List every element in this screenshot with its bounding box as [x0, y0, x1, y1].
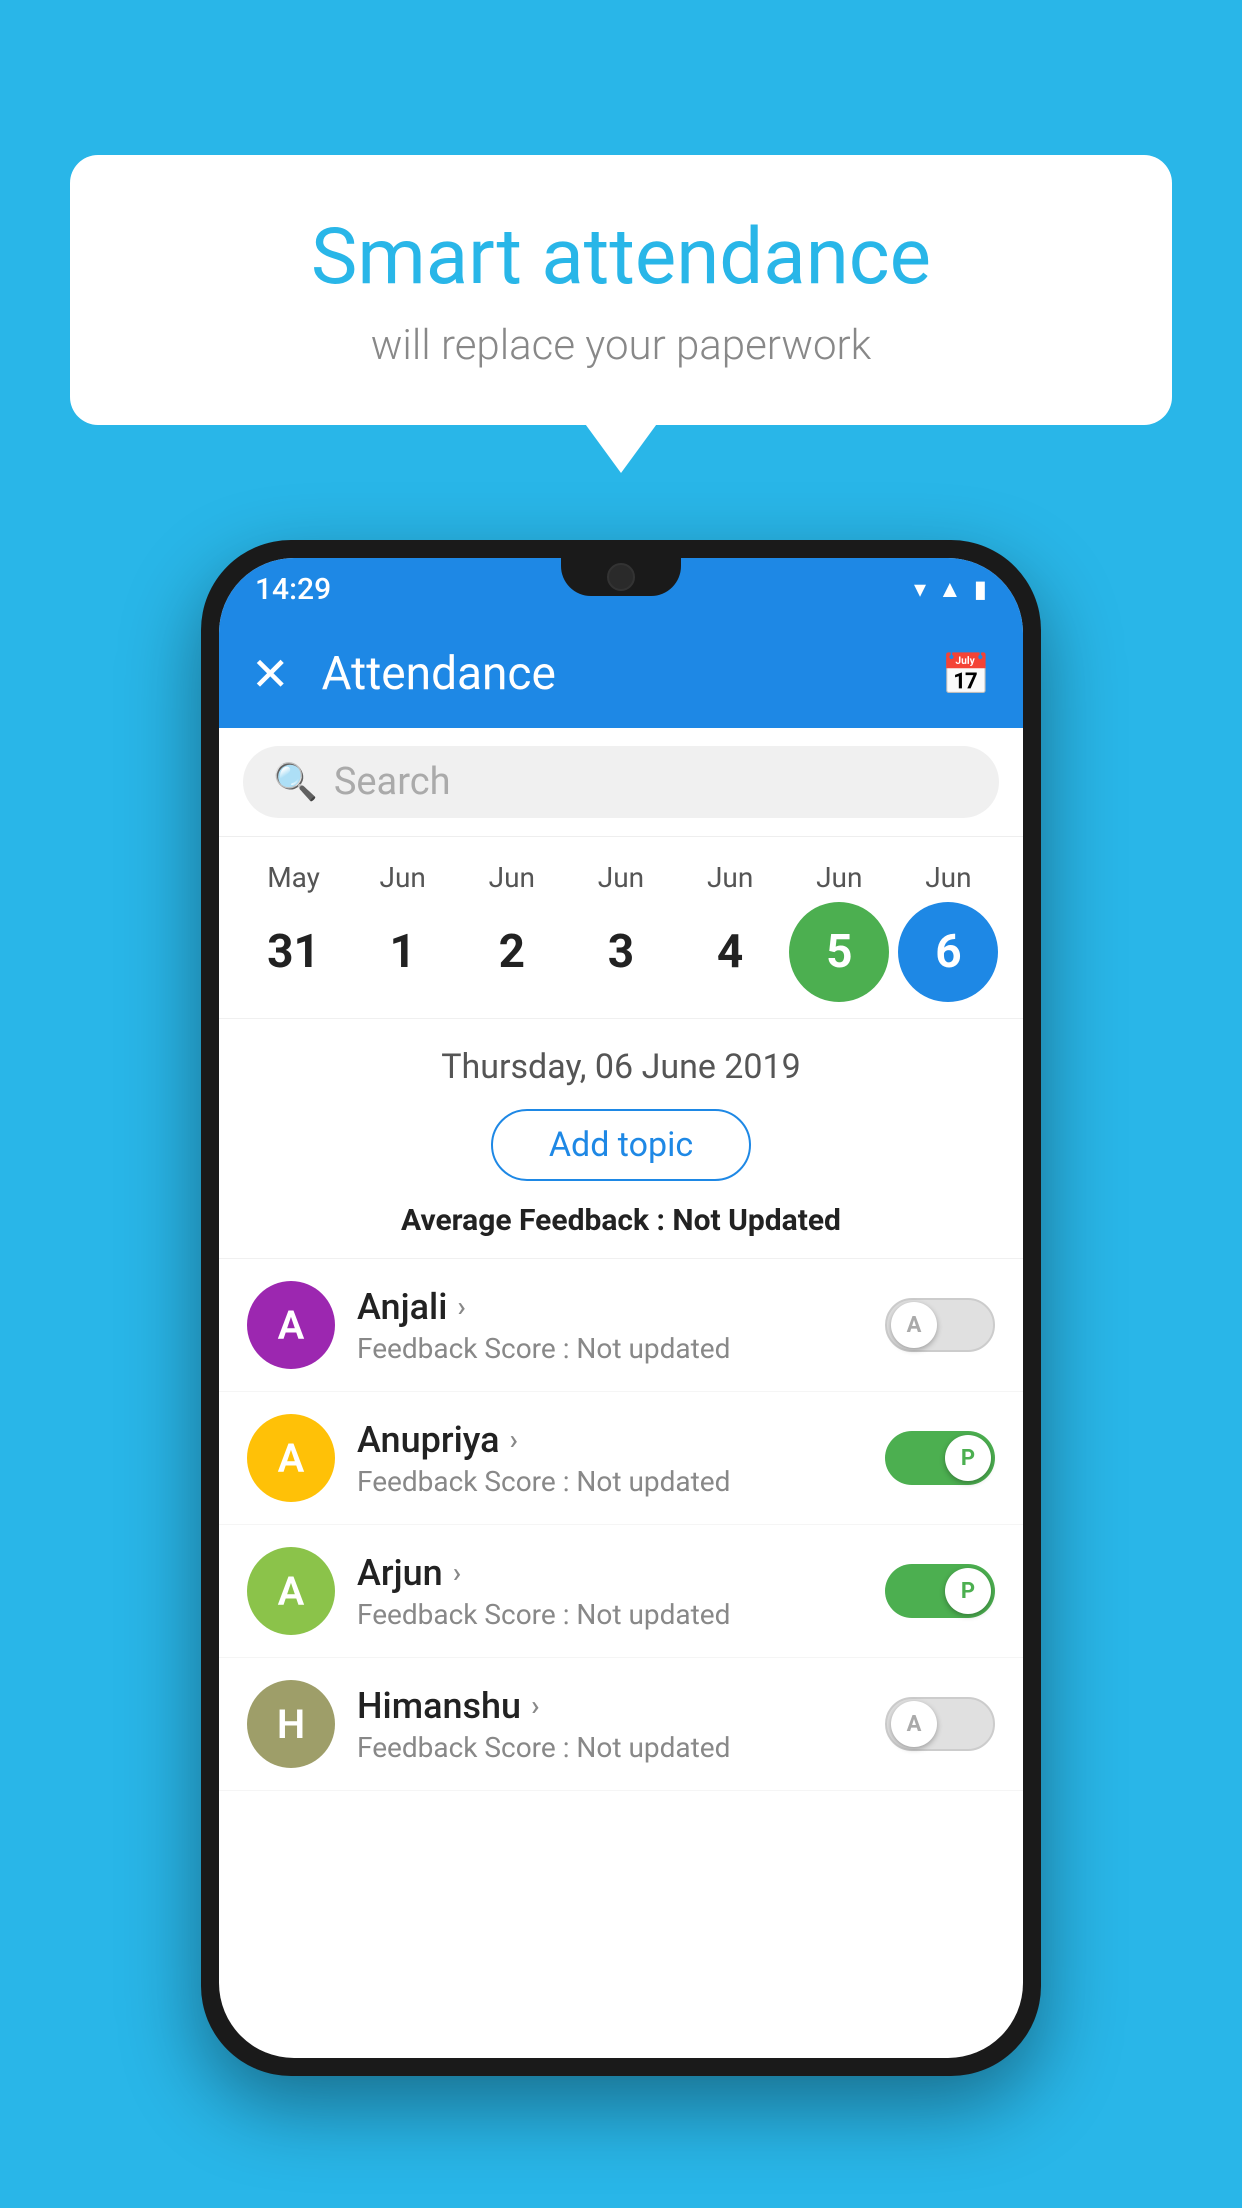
avg-feedback: Average Feedback : Not Updated	[243, 1203, 999, 1238]
student-avatar-0: A	[247, 1281, 335, 1369]
avg-feedback-value: Not Updated	[672, 1203, 841, 1238]
month-jun-5: Jun	[789, 861, 889, 894]
speech-bubble-subtitle: will replace your paperwork	[140, 321, 1102, 370]
chevron-icon: ›	[510, 1423, 518, 1456]
calendar-icon[interactable]: 📅	[941, 651, 991, 698]
student-info-3: Himanshu › Feedback Score : Not updated	[357, 1685, 863, 1764]
students-list: A Anjali › Feedback Score : Not updated …	[219, 1259, 1023, 1791]
student-row: A Anjali › Feedback Score : Not updated …	[219, 1259, 1023, 1392]
student-name-0[interactable]: Anjali ›	[357, 1286, 863, 1328]
signal-icon: ▲	[938, 575, 962, 604]
feedback-score-1: Feedback Score : Not updated	[357, 1465, 863, 1498]
date-1[interactable]: 1	[353, 902, 453, 1002]
speech-bubble: Smart attendance will replace your paper…	[70, 155, 1172, 425]
date-4[interactable]: 4	[680, 902, 780, 1002]
calendar-section: May Jun Jun Jun Jun Jun Jun 31 1 2 3 4 5…	[219, 837, 1023, 1019]
status-icons: ▾ ▲ ▮	[914, 575, 987, 604]
student-avatar-1: A	[247, 1414, 335, 1502]
chevron-icon: ›	[457, 1290, 465, 1323]
student-row: A Anupriya › Feedback Score : Not update…	[219, 1392, 1023, 1525]
chevron-icon: ›	[453, 1556, 461, 1589]
chevron-icon: ›	[531, 1689, 539, 1722]
speech-bubble-container: Smart attendance will replace your paper…	[70, 155, 1172, 425]
student-row: H Himanshu › Feedback Score : Not update…	[219, 1658, 1023, 1791]
date-5-selected[interactable]: 5	[789, 902, 889, 1002]
student-name-2[interactable]: Arjun ›	[357, 1552, 863, 1594]
student-info-2: Arjun › Feedback Score : Not updated	[357, 1552, 863, 1631]
phone-wrapper: 14:29 ▾ ▲ ▮ ✕ Attendance 📅 🔍 Search	[201, 540, 1041, 2076]
attendance-toggle-1[interactable]: P	[885, 1431, 995, 1485]
student-info-0: Anjali › Feedback Score : Not updated	[357, 1286, 863, 1365]
student-name-1[interactable]: Anupriya ›	[357, 1419, 863, 1461]
search-container: 🔍 Search	[219, 728, 1023, 837]
avg-feedback-label: Average Feedback :	[401, 1203, 672, 1238]
attendance-toggle-3[interactable]: A	[885, 1697, 995, 1751]
feedback-score-0: Feedback Score : Not updated	[357, 1332, 863, 1365]
student-avatar-2: A	[247, 1547, 335, 1635]
date-2[interactable]: 2	[462, 902, 562, 1002]
month-jun-1: Jun	[353, 861, 453, 894]
search-placeholder: Search	[334, 760, 451, 804]
phone-camera	[607, 563, 635, 591]
month-may: May	[244, 861, 344, 894]
feedback-score-3: Feedback Score : Not updated	[357, 1731, 863, 1764]
wifi-icon: ▾	[914, 575, 926, 603]
phone-screen: 14:29 ▾ ▲ ▮ ✕ Attendance 📅 🔍 Search	[219, 558, 1023, 2058]
selected-date-label: Thursday, 06 June 2019	[243, 1047, 999, 1087]
student-info-1: Anupriya › Feedback Score : Not updated	[357, 1419, 863, 1498]
month-row: May Jun Jun Jun Jun Jun Jun	[239, 861, 1003, 894]
search-icon: 🔍	[273, 761, 318, 803]
phone-notch	[561, 558, 681, 596]
student-row: A Arjun › Feedback Score : Not updated P	[219, 1525, 1023, 1658]
month-jun-4: Jun	[680, 861, 780, 894]
student-avatar-3: H	[247, 1680, 335, 1768]
app-bar: ✕ Attendance 📅	[219, 620, 1023, 728]
date-row: 31 1 2 3 4 5 6	[239, 902, 1003, 1002]
month-jun-2: Jun	[462, 861, 562, 894]
search-bar[interactable]: 🔍 Search	[243, 746, 999, 818]
status-time: 14:29	[255, 572, 331, 607]
date-31[interactable]: 31	[244, 902, 344, 1002]
attendance-toggle-2[interactable]: P	[885, 1564, 995, 1618]
battery-icon: ▮	[974, 575, 987, 603]
date-3[interactable]: 3	[571, 902, 671, 1002]
attendance-toggle-0[interactable]: A	[885, 1298, 995, 1352]
date-6-today[interactable]: 6	[898, 902, 998, 1002]
add-topic-button[interactable]: Add topic	[491, 1109, 751, 1181]
student-name-3[interactable]: Himanshu ›	[357, 1685, 863, 1727]
phone-outer: 14:29 ▾ ▲ ▮ ✕ Attendance 📅 🔍 Search	[201, 540, 1041, 2076]
feedback-score-2: Feedback Score : Not updated	[357, 1598, 863, 1631]
close-button[interactable]: ✕	[251, 647, 290, 702]
month-jun-6: Jun	[898, 861, 998, 894]
month-jun-3: Jun	[571, 861, 671, 894]
speech-bubble-title: Smart attendance	[140, 215, 1102, 301]
date-info-section: Thursday, 06 June 2019 Add topic Average…	[219, 1019, 1023, 1259]
app-bar-title: Attendance	[322, 647, 910, 701]
